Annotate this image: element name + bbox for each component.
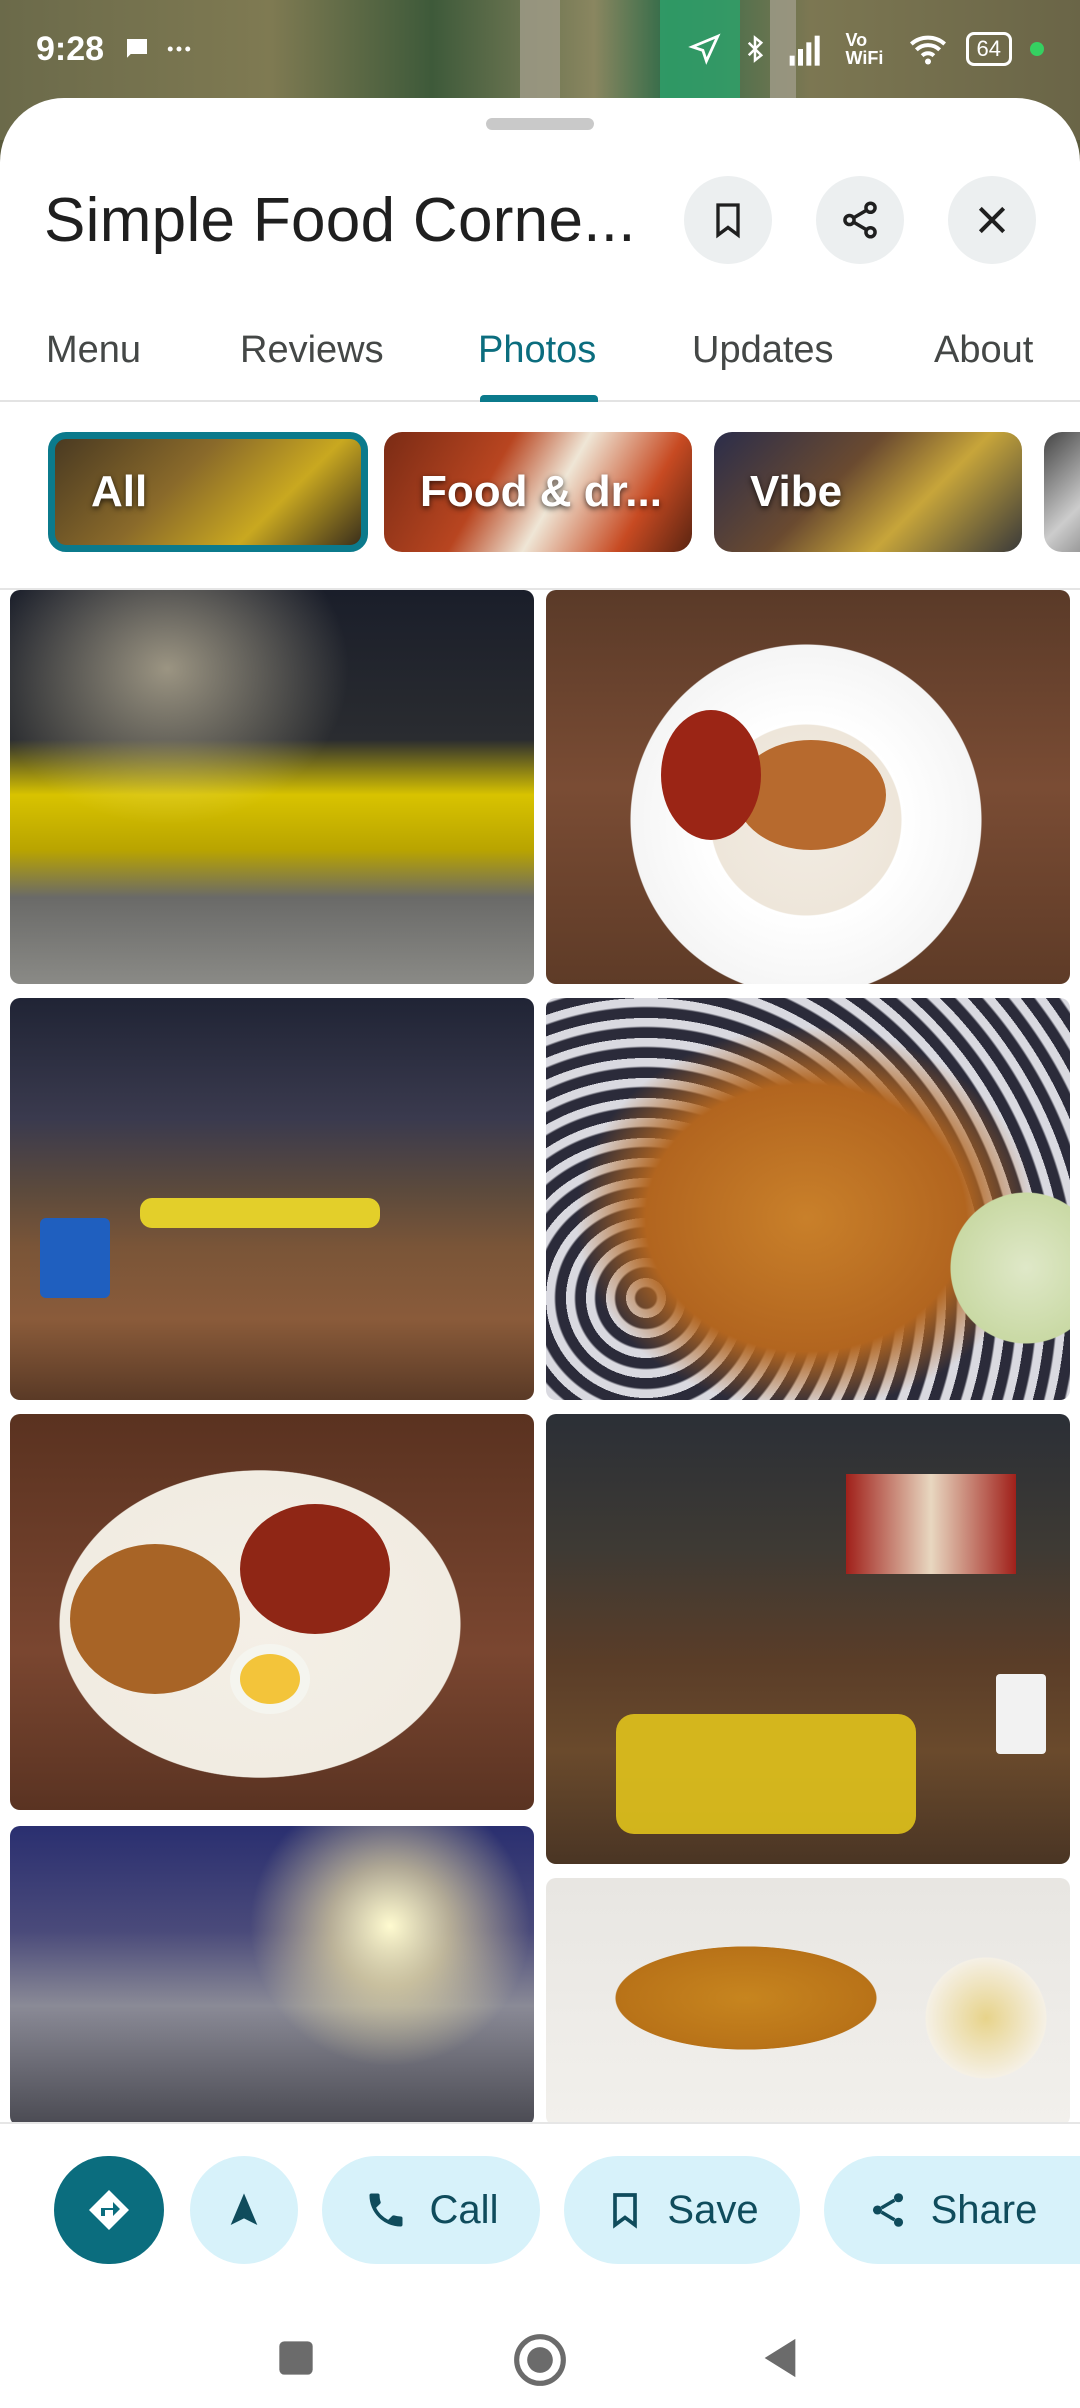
share-icon bbox=[843, 201, 877, 239]
phone-icon bbox=[369, 2193, 403, 2227]
status-bar: 9:28 Vo WiFi 64 bbox=[0, 0, 1080, 98]
save-label: Save bbox=[667, 2187, 759, 2232]
photo-indoor-hall[interactable] bbox=[10, 998, 534, 1400]
chip-vibe-label: Vibe bbox=[750, 467, 843, 516]
place-sheet: Simple Food Corne... Menu Reviews Photos… bbox=[0, 98, 1080, 2408]
photo-nasi-lemak-1[interactable] bbox=[546, 590, 1070, 984]
photo-fried-chicken[interactable] bbox=[546, 1878, 1070, 2126]
close-icon bbox=[978, 206, 1006, 234]
save-button[interactable]: Save bbox=[564, 2156, 800, 2264]
share-place-button[interactable] bbox=[816, 176, 904, 264]
chip-all[interactable]: All bbox=[48, 432, 368, 552]
chip-food-drink-label: Food & dr... bbox=[420, 467, 662, 516]
save-place-button[interactable] bbox=[684, 176, 772, 264]
privacy-dot-icon bbox=[1030, 42, 1044, 56]
tab-reviews[interactable]: Reviews bbox=[240, 298, 384, 402]
back-button[interactable] bbox=[758, 2334, 802, 2382]
signal-icon bbox=[788, 32, 828, 66]
title-row: Simple Food Corne... bbox=[0, 150, 1080, 290]
tab-photos[interactable]: Photos bbox=[478, 298, 596, 402]
photo-dining-area[interactable] bbox=[10, 590, 534, 984]
chip-more[interactable] bbox=[1044, 432, 1080, 552]
recents-button[interactable] bbox=[276, 2338, 316, 2378]
home-button[interactable] bbox=[512, 2332, 568, 2388]
photo-counter-area[interactable] bbox=[546, 1414, 1070, 1864]
tab-updates[interactable]: Updates bbox=[692, 298, 834, 402]
chip-vibe[interactable]: Vibe bbox=[714, 432, 1022, 552]
close-button[interactable] bbox=[948, 176, 1036, 264]
start-navigation-button[interactable] bbox=[190, 2156, 298, 2264]
call-label: Call bbox=[429, 2187, 499, 2232]
vowifi-label: Vo WiFi bbox=[845, 30, 884, 68]
back-triangle-icon bbox=[764, 2338, 796, 2378]
photo-fried-noodles[interactable] bbox=[546, 998, 1070, 1400]
drag-handle[interactable] bbox=[486, 118, 594, 130]
wifi-icon bbox=[908, 32, 948, 66]
bluetooth-icon bbox=[740, 32, 770, 66]
active-tab-indicator bbox=[480, 395, 598, 402]
navigation-arrow-icon bbox=[230, 2193, 258, 2225]
chat-bubble-icon bbox=[122, 34, 152, 64]
chip-food-drink[interactable]: Food & dr... bbox=[384, 432, 692, 552]
more-dots-icon bbox=[164, 34, 194, 64]
tab-bar: Menu Reviews Photos Updates About bbox=[0, 298, 1080, 402]
tab-about[interactable]: About bbox=[934, 298, 1033, 402]
share-button[interactable]: Share bbox=[824, 2156, 1080, 2264]
directions-button[interactable] bbox=[54, 2156, 164, 2264]
bottom-action-bar: Call Save Share bbox=[0, 2122, 1080, 2408]
battery-indicator: 64 bbox=[965, 32, 1012, 66]
photo-night-interior[interactable] bbox=[10, 1826, 534, 2126]
place-title: Simple Food Corne... bbox=[44, 185, 636, 255]
share-icon bbox=[872, 2193, 903, 2227]
bookmark-icon bbox=[613, 2193, 638, 2229]
chip-all-label: All bbox=[91, 467, 148, 516]
square-icon bbox=[279, 2341, 313, 2375]
photo-filter-chips: All Food & dr... Vibe bbox=[0, 432, 1080, 562]
share-label: Share bbox=[930, 2187, 1038, 2232]
photo-nasi-lemak-2[interactable] bbox=[10, 1414, 534, 1810]
call-button[interactable]: Call bbox=[322, 2156, 540, 2264]
location-arrow-icon bbox=[687, 32, 722, 66]
directions-icon bbox=[89, 2190, 129, 2230]
status-time: 9:28 bbox=[36, 29, 105, 68]
bookmark-icon bbox=[716, 203, 740, 239]
home-circle-icon bbox=[514, 2334, 566, 2386]
tab-menu[interactable]: Menu bbox=[46, 298, 141, 402]
system-navigation-bar bbox=[0, 2314, 1080, 2408]
